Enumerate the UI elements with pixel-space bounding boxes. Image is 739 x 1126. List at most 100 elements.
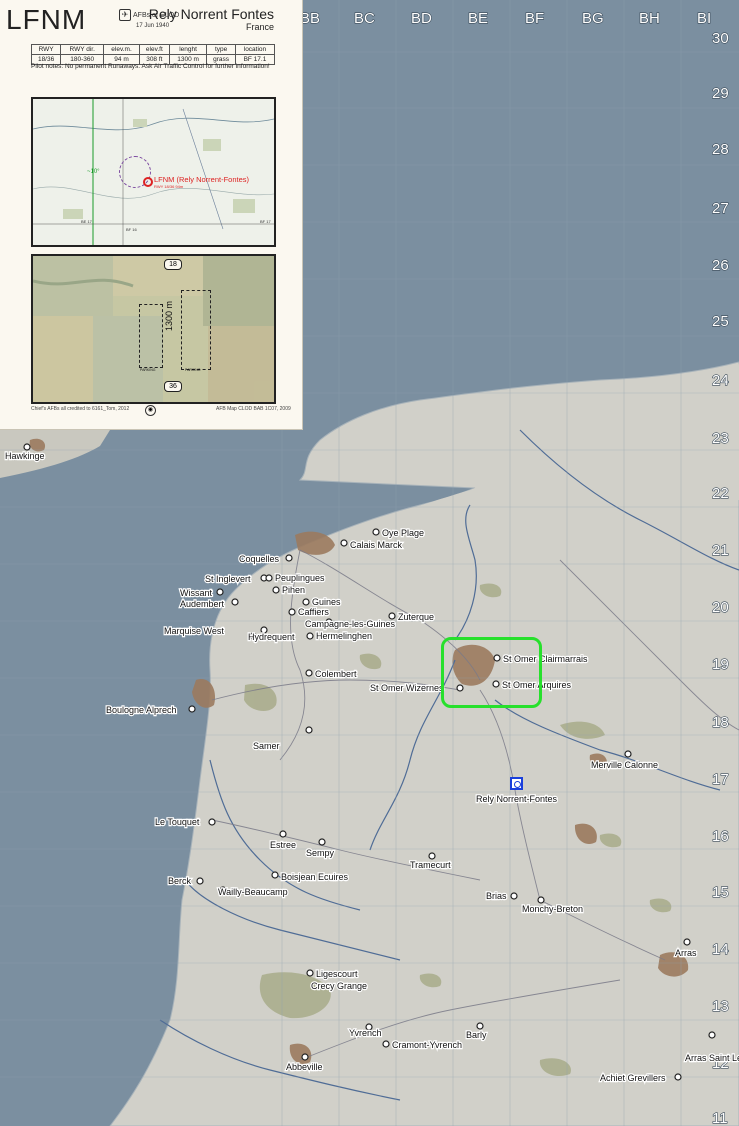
place[interactable]: Boisjean Ecuires: [271, 871, 350, 883]
svg-text:Marquise West: Marquise West: [164, 626, 224, 636]
row-label: 20: [712, 599, 729, 616]
svg-text:Zuterque: Zuterque: [398, 612, 434, 622]
svg-text:Arras: Arras: [675, 948, 697, 958]
card-footer-left: Chief's AFBs all credited to 6161_Tom, 2…: [31, 406, 130, 412]
runway-photo: 18 1300 m PARKING PARKING 36: [31, 254, 276, 404]
row-label: 13: [712, 998, 729, 1015]
parking-label: PARKING: [185, 368, 201, 372]
svg-text:Hawkinge: Hawkinge: [5, 451, 45, 461]
table-header-row: RWY RWY dir. elev.m. elev.ft lenght type…: [30, 44, 276, 55]
row-label: 22: [712, 485, 729, 502]
row-label: 27: [712, 200, 729, 217]
col-label: BB: [300, 10, 320, 27]
table-header: location: [234, 44, 276, 55]
svg-text:Hermelinghen: Hermelinghen: [316, 631, 372, 641]
svg-text:Le Touquet: Le Touquet: [155, 817, 200, 827]
place[interactable]: Cramont-Yvrench: [382, 1039, 463, 1051]
svg-text:Coquelles: Coquelles: [239, 554, 280, 564]
row-label: 19: [712, 656, 729, 673]
pilot-notes: Pilot notes: No permanent Runaways. Ask …: [31, 63, 270, 70]
table-header: RWY dir.: [60, 44, 105, 55]
svg-text:Monchy-Breton: Monchy-Breton: [522, 904, 583, 914]
row-label: 26: [712, 257, 729, 274]
area-chart-graphic: [33, 99, 274, 245]
svg-text:Samer: Samer: [253, 741, 280, 751]
col-label: BH: [639, 10, 660, 27]
parking-label: PARKING: [140, 368, 156, 372]
row-label: 23: [712, 430, 729, 447]
svg-text:Yvrench: Yvrench: [349, 1028, 382, 1038]
svg-text:Calais Marck: Calais Marck: [350, 540, 403, 550]
col-label: BD: [411, 10, 432, 27]
place[interactable]: Hydrequent: [247, 631, 296, 643]
compass-icon: ◉: [145, 405, 156, 416]
row-label: 25: [712, 313, 729, 330]
place[interactable]: Peuplingues: [265, 572, 326, 584]
table-header: lenght: [168, 44, 208, 55]
airfield-marker-icon[interactable]: [510, 777, 523, 790]
table-header: type: [206, 44, 236, 55]
svg-text:Boulogne Alprech: Boulogne Alprech: [106, 705, 177, 715]
place[interactable]: Wailly-Beaucamp: [217, 886, 289, 898]
card-date: 17 Jun 1940: [136, 23, 170, 29]
svg-text:St Omer Wizernes: St Omer Wizernes: [370, 683, 444, 693]
svg-text:Colembert: Colembert: [315, 669, 357, 679]
svg-text:Hydrequent: Hydrequent: [248, 632, 295, 642]
place[interactable]: Crecy Grange: [310, 980, 368, 992]
svg-text:Tramecurt: Tramecurt: [410, 860, 451, 870]
card-country: France: [245, 22, 274, 32]
parking-area: [139, 304, 163, 368]
svg-text:Berck: Berck: [168, 876, 192, 886]
airfield-info-icon: ✈: [119, 9, 131, 21]
chart-airfield-sub: RWY 18/36 94m: [154, 184, 184, 189]
svg-text:Achiet Grevillers: Achiet Grevillers: [600, 1073, 666, 1083]
runway-table: RWY RWY dir. elev.m. elev.ft lenght type…: [30, 44, 276, 65]
row-label: 21: [712, 542, 729, 559]
row-label: 30: [712, 30, 729, 47]
row-label: 15: [712, 884, 729, 901]
svg-text:Merville Calonne: Merville Calonne: [591, 760, 658, 770]
icao-code: LFNM: [6, 4, 87, 35]
place[interactable]: Hermelinghen: [306, 630, 373, 642]
table-header: elev.m.: [103, 44, 140, 55]
svg-text:Oye Plage: Oye Plage: [382, 528, 424, 538]
svg-text:Campagne-les-Guines: Campagne-les-Guines: [305, 619, 396, 629]
row-label: 28: [712, 141, 729, 158]
selection-highlight: [441, 637, 542, 708]
col-label: BG: [582, 10, 604, 27]
svg-text:Wissant: Wissant: [180, 588, 213, 598]
airfield-name: Rely Norrent Fontes: [148, 6, 274, 22]
chart-grid-bottom: BF 16: [126, 227, 137, 232]
svg-text:Ligescourt: Ligescourt: [316, 969, 358, 979]
svg-text:Barly: Barly: [466, 1030, 487, 1040]
row-label: 11: [712, 1110, 728, 1126]
place[interactable]: Calais Marck: [340, 539, 404, 551]
row-label: 29: [712, 85, 729, 102]
col-label: BC: [354, 10, 375, 27]
chart-grid-right: BF 17: [260, 219, 271, 224]
airfield-dot-icon: [514, 781, 521, 788]
col-label: BE: [468, 10, 488, 27]
svg-text:Guines: Guines: [312, 597, 341, 607]
table-header: RWY: [30, 44, 62, 55]
col-label: BI: [697, 10, 711, 27]
parking-area: [181, 290, 211, 370]
row-label: 16: [712, 828, 729, 845]
runway-36-marker: 36: [164, 381, 182, 392]
chart-heading: ~10°: [87, 169, 100, 175]
runway-18-marker: 18: [164, 259, 182, 270]
svg-text:Pihen: Pihen: [282, 585, 305, 595]
table-header: elev.ft: [138, 44, 170, 55]
svg-text:Peuplingues: Peuplingues: [275, 573, 325, 583]
chart-airfield-label: LFNM (Rely Norrent-Fontes): [154, 175, 250, 184]
svg-text:Boisjean Ecuires: Boisjean Ecuires: [281, 872, 349, 882]
place[interactable]: Campagne-les-Guines: [304, 618, 397, 630]
svg-text:Crecy Grange: Crecy Grange: [311, 981, 367, 991]
svg-text:Wailly-Beaucamp: Wailly-Beaucamp: [218, 887, 288, 897]
svg-text:Audembert: Audembert: [180, 599, 225, 609]
col-label: BF: [525, 10, 544, 27]
airfield-card: LFNM ✈ AFBs of CLOD Rely Norrent Fontes …: [0, 0, 303, 430]
svg-text:Abbeville: Abbeville: [286, 1062, 323, 1072]
svg-text:Brias: Brias: [486, 891, 507, 901]
svg-text:Sempy: Sempy: [306, 848, 335, 858]
